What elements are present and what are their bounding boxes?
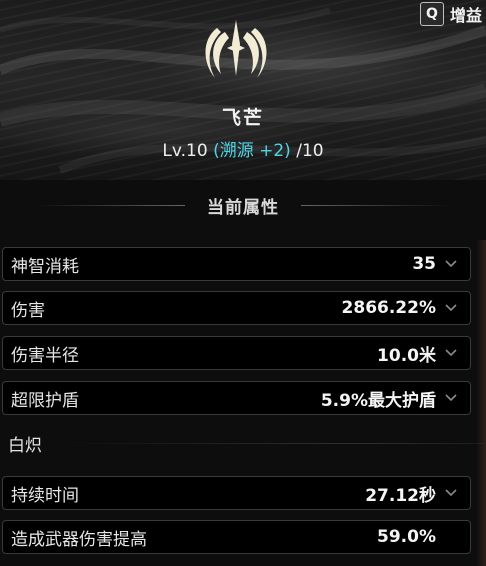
buff-label: 增益 [449, 6, 482, 25]
stat-label: 伤害半径 [11, 345, 79, 366]
ability-header: Q 增益 飞芒 Lv.10 (溯源 +2) /10 [0, 0, 486, 180]
stat-label: 超限护盾 [11, 390, 79, 411]
buff-button[interactable]: Q 增益 [419, 0, 482, 28]
chevron-down-icon[interactable] [442, 255, 460, 273]
ability-level: Lv.10 (溯源 +2) /10 [0, 136, 486, 161]
stat-value: 35 [412, 254, 436, 274]
stat-value: 27.12秒 [365, 485, 436, 506]
section-title: 当前属性 [207, 197, 279, 218]
chevron-down-icon[interactable] [442, 484, 460, 502]
stat-label: 伤害 [11, 300, 45, 321]
section-header: 当前属性 [0, 190, 486, 220]
panel-edge-shade [476, 240, 486, 566]
level-current: Lv.10 [162, 141, 208, 161]
stat-label: 造成武器伤害提高 [11, 529, 147, 550]
stat-label: 持续时间 [11, 485, 79, 506]
group-header: 白炽 [8, 428, 484, 458]
level-max: /10 [296, 141, 324, 161]
stat-row-damage-radius[interactable]: 伤害半径 10.0米 [2, 336, 471, 370]
q-key-icon: Q [419, 2, 444, 26]
stat-row-weapon-damage-bonus: 造成武器伤害提高 59.0% [2, 520, 471, 554]
chevron-down-icon[interactable] [442, 389, 460, 407]
radiant-star-emblem-icon [205, 20, 267, 78]
chevron-down-icon[interactable] [442, 299, 460, 317]
chevron-down-icon[interactable] [442, 344, 460, 362]
stat-row-strength-cost[interactable]: 神智消耗 35 [2, 247, 471, 281]
group-label: 白炽 [8, 435, 42, 456]
divider-right [301, 204, 451, 206]
divider-left [35, 204, 185, 206]
stat-value: 5.9%最大护盾 [320, 390, 436, 411]
stat-row-duration[interactable]: 持续时间 27.12秒 [2, 476, 471, 510]
group-divider [54, 442, 484, 444]
stat-label: 神智消耗 [11, 256, 79, 277]
stat-value: 59.0% [377, 527, 436, 547]
stat-row-overshield[interactable]: 超限护盾 5.9%最大护盾 [2, 381, 471, 415]
stat-value: 10.0米 [377, 345, 436, 366]
ability-name: 飞芒 [221, 107, 264, 129]
level-bonus: (溯源 +2) [213, 141, 291, 161]
ability-detail-panel: Q 增益 飞芒 Lv.10 (溯源 +2) /10 当前属性 神智消耗 35 伤… [0, 0, 486, 566]
stat-value: 2866.22% [341, 298, 436, 318]
stat-row-damage[interactable]: 伤害 2866.22% [2, 291, 471, 325]
